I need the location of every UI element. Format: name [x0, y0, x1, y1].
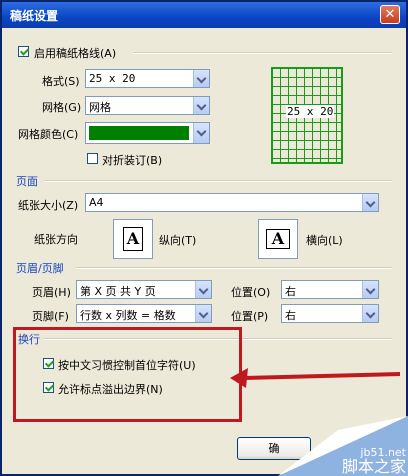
chevron-down-icon[interactable] [193, 70, 209, 87]
chevron-down-icon[interactable] [193, 97, 209, 114]
chevron-down-icon[interactable] [362, 281, 378, 298]
window-title: 稿纸设置 [10, 9, 59, 23]
divider [44, 180, 392, 182]
paper-size-label: 纸张大小(Z) [18, 199, 79, 212]
style-label: 网格(G) [42, 101, 82, 114]
chevron-down-icon[interactable] [195, 305, 211, 322]
chevron-down-icon[interactable] [193, 123, 209, 143]
grid-color-label: 网格颜色(C) [18, 128, 79, 141]
landscape-label: 横向(L) [306, 234, 343, 247]
format-label: 格式(S) [42, 75, 80, 88]
header-select[interactable]: 第 X 页 共 Y 页 [76, 280, 212, 299]
header-position-value: 右 [285, 285, 296, 298]
fold-checkbox[interactable] [87, 153, 98, 164]
footer-value: 行数 x 列数 = 格数 [80, 309, 176, 322]
footer-position-select[interactable]: 右 [281, 304, 379, 323]
page-section-title: 页面 [16, 175, 38, 188]
format-value: 25 x 20 [89, 72, 136, 85]
paper-size-value: A4 [89, 196, 104, 209]
header-label: 页眉(H) [32, 286, 71, 299]
grid-enable-label: 启用稿纸格线(A) [34, 47, 117, 60]
grid-color-select[interactable] [85, 122, 210, 144]
color-swatch [89, 126, 189, 140]
style-value: 网格 [89, 101, 111, 114]
footer-label: 页脚(F) [32, 310, 69, 323]
chevron-down-icon[interactable] [195, 281, 211, 298]
footer-position-value: 右 [285, 309, 296, 322]
orientation-label: 纸张方向 [34, 233, 78, 246]
fold-label: 对折装订(B) [102, 154, 163, 167]
watermark: jb51.net 脚本之家 [341, 446, 406, 476]
divider [134, 52, 392, 54]
style-select[interactable]: 网格 [85, 96, 210, 115]
portrait-button[interactable]: A [113, 219, 153, 259]
watermark-line2: 脚本之家 [341, 457, 406, 476]
grid-enable-checkbox[interactable] [18, 46, 29, 57]
close-icon[interactable]: ✕ [380, 5, 400, 24]
paper-size-select[interactable]: A4 [85, 193, 379, 212]
landscape-button[interactable]: A [258, 219, 298, 259]
landscape-page-icon: A [266, 229, 290, 249]
highlight-box [13, 327, 242, 422]
footer-position-label: 位置(P) [231, 310, 269, 323]
header-position-label: 位置(O) [231, 286, 271, 299]
title-bar: 稿纸设置 ✕ [2, 2, 406, 28]
portrait-page-icon: A [123, 227, 143, 251]
format-select[interactable]: 25 x 20 [85, 69, 210, 88]
portrait-label: 纵向(T) [159, 234, 197, 247]
header-footer-section-title: 页眉/页脚 [16, 262, 64, 275]
footer-select[interactable]: 行数 x 列数 = 格数 [76, 304, 212, 323]
divider [76, 267, 392, 269]
chevron-down-icon[interactable] [362, 305, 378, 322]
header-value: 第 X 页 共 Y 页 [80, 285, 156, 298]
chevron-down-icon[interactable] [362, 194, 378, 211]
red-arrow-icon [230, 368, 401, 388]
header-position-select[interactable]: 右 [281, 280, 379, 299]
preview-text: 25 x 20 [286, 105, 335, 118]
